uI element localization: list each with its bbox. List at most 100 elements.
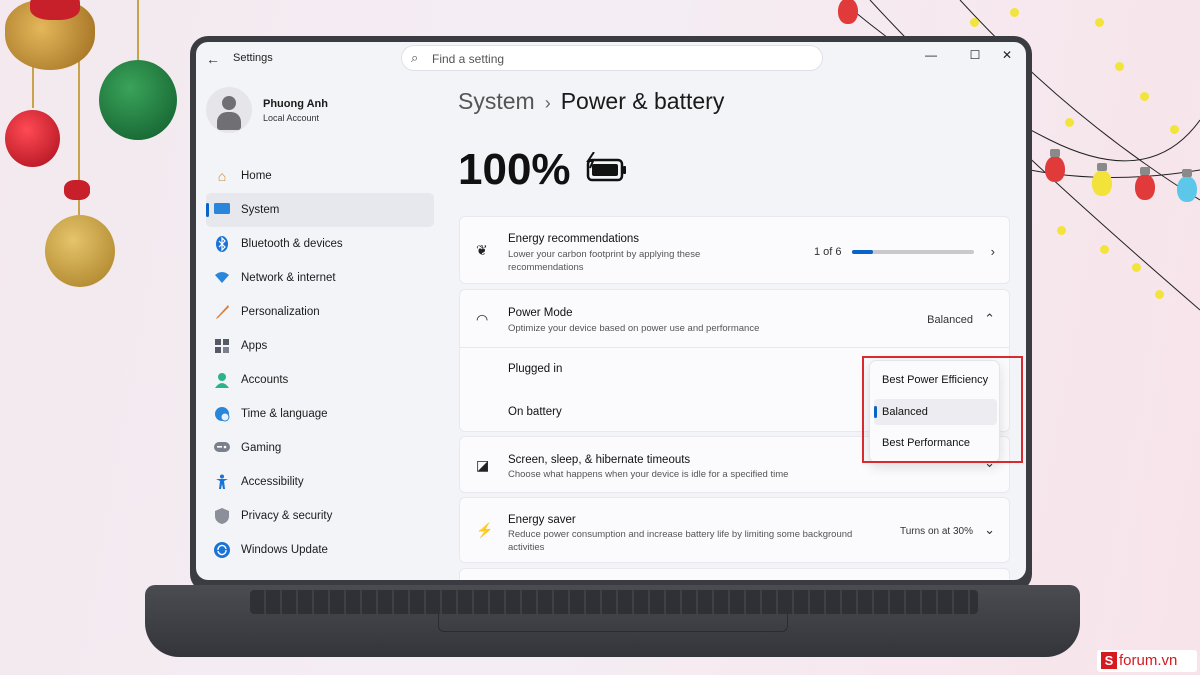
sidebar-item-label: Windows Update	[241, 544, 328, 556]
on-battery-label: On battery	[508, 406, 562, 418]
red-bow-ornament	[30, 0, 80, 20]
battery-percentage: 100%	[458, 145, 571, 194]
card-description: Choose what happens when your device is …	[508, 469, 789, 480]
app-title: Settings	[233, 52, 273, 64]
sidebar-nav: ⌂ Home System Bluetooth & devices Networ…	[206, 159, 434, 567]
sidebar-item-apps[interactable]: Apps	[206, 329, 434, 363]
sidebar-item-label: Bluetooth & devices	[241, 238, 343, 250]
yellow-light-dot	[1140, 92, 1149, 101]
yellow-light-bulb	[1092, 163, 1112, 196]
card-title: Power Mode	[508, 307, 573, 319]
energy-saver-card[interactable]: ⚡ Energy saver Reduce power consumption …	[459, 497, 1010, 563]
yellow-light-dot	[1065, 118, 1074, 127]
wifi-icon	[214, 270, 230, 286]
bluetooth-icon	[214, 236, 230, 252]
chevron-up-icon[interactable]: ⌃	[984, 311, 995, 327]
progress-fill	[852, 250, 873, 254]
system-icon	[214, 202, 230, 218]
sidebar-item-label: System	[241, 204, 280, 216]
title-bar: ← Settings ⌕ — ☐ ✕	[196, 42, 1026, 78]
page-title: Power & battery	[560, 88, 725, 114]
leaf-icon: ❦	[476, 242, 488, 258]
next-settings-card[interactable]	[459, 568, 1010, 580]
apps-icon	[214, 338, 230, 354]
sidebar-item-gaming[interactable]: Gaming	[206, 431, 434, 465]
breadcrumb-parent[interactable]: System	[458, 88, 535, 114]
yellow-light-dot	[1132, 263, 1141, 272]
card-title: Energy saver	[508, 514, 576, 526]
sidebar-item-label: Accounts	[241, 374, 289, 386]
energy-saver-icon: ⚡	[476, 522, 494, 538]
sidebar-item-label: Network & internet	[241, 272, 336, 284]
shield-icon	[214, 508, 230, 524]
card-description: Reduce power consumption and increase ba…	[508, 529, 853, 553]
yellow-light-dot	[1010, 8, 1019, 17]
sidebar-item-privacy-security[interactable]: Privacy & security	[206, 499, 434, 533]
sidebar-item-label: Personalization	[241, 306, 320, 318]
search-input[interactable]	[432, 50, 812, 67]
settings-window: ← Settings ⌕ — ☐ ✕ Phuong Anh Local Acco…	[196, 42, 1026, 580]
energy-saver-value: Turns on at 30%	[899, 526, 973, 537]
sidebar-item-home[interactable]: ⌂ Home	[206, 159, 434, 193]
minimize-button[interactable]: —	[916, 45, 946, 65]
battery-charging-icon	[586, 152, 626, 182]
sidebar-item-personalization[interactable]: Personalization	[206, 295, 434, 329]
close-button[interactable]: ✕	[992, 45, 1022, 65]
search-box[interactable]: ⌕	[401, 45, 823, 71]
blue-light-bulb	[1177, 169, 1197, 202]
sidebar-item-windows-update[interactable]: Windows Update	[206, 533, 434, 567]
maximize-button[interactable]: ☐	[960, 45, 990, 65]
sidebar-item-bluetooth[interactable]: Bluetooth & devices	[206, 227, 434, 261]
sidebar-item-label: Apps	[241, 340, 268, 352]
yellow-light-dot	[1057, 226, 1066, 235]
sidebar-item-label: Accessibility	[241, 476, 304, 488]
green-snowflake-ornament	[99, 60, 177, 140]
gamepad-icon	[214, 440, 230, 456]
yellow-light-dot	[1115, 62, 1124, 71]
sidebar-item-accessibility[interactable]: Accessibility	[206, 465, 434, 499]
gold-ball-ornament	[45, 215, 115, 287]
sidebar-item-system[interactable]: System	[206, 193, 434, 227]
breadcrumb-separator: ›	[544, 93, 551, 113]
logo-mark: S	[1101, 652, 1117, 669]
update-icon	[214, 542, 230, 558]
power-mode-value: Balanced	[927, 314, 973, 326]
red-bow-ornament	[64, 180, 90, 200]
account-type: Local Account	[263, 113, 320, 123]
back-arrow-icon[interactable]: ←	[206, 51, 220, 67]
person-icon	[214, 372, 230, 388]
sidebar-item-time-language[interactable]: Time & language	[206, 397, 434, 431]
globe-clock-icon	[214, 406, 230, 422]
sidebar-item-network[interactable]: Network & internet	[206, 261, 434, 295]
red-light-bulb	[1045, 149, 1065, 182]
sidebar-item-accounts[interactable]: Accounts	[206, 363, 434, 397]
accessibility-icon	[214, 474, 230, 490]
yellow-light-dot	[1095, 18, 1104, 27]
user-name: Phuong Anh	[263, 98, 328, 110]
sidebar-item-label: Time & language	[241, 408, 328, 420]
chevron-right-icon: ›	[990, 244, 995, 259]
chevron-down-icon: ⌄	[984, 522, 995, 537]
avatar-head-shape	[222, 96, 236, 110]
avatar-body-shape	[217, 112, 241, 130]
yellow-light-dot	[970, 18, 979, 27]
card-title: Screen, sleep, & hibernate timeouts	[508, 454, 691, 466]
screen-sleep-icon: ◪	[476, 457, 490, 473]
avatar[interactable]	[206, 87, 252, 133]
red-ball-ornament	[5, 110, 60, 167]
card-description: Optimize your device based on power use …	[508, 323, 760, 334]
sidebar-item-label: Privacy & security	[241, 510, 333, 522]
brush-icon	[214, 304, 230, 320]
red-light-bulb	[838, 0, 858, 24]
card-title: Energy recommendations	[508, 233, 640, 245]
power-mode-header[interactable]: ◠ Power Mode Optimize your device based …	[460, 290, 1009, 348]
home-icon: ⌂	[217, 168, 227, 184]
energy-recommendations-card[interactable]: ❦ Energy recommendations Lower your carb…	[459, 216, 1010, 284]
breadcrumb: System › Power & battery	[458, 88, 724, 115]
ornament-string	[137, 0, 139, 60]
sidebar-item-label: Home	[241, 170, 272, 182]
highlight-box	[862, 356, 1023, 463]
yellow-light-dot	[1170, 125, 1179, 134]
card-description: Lower your carbon footprint by applying …	[508, 249, 701, 273]
sidebar-item-label: Gaming	[241, 442, 282, 454]
